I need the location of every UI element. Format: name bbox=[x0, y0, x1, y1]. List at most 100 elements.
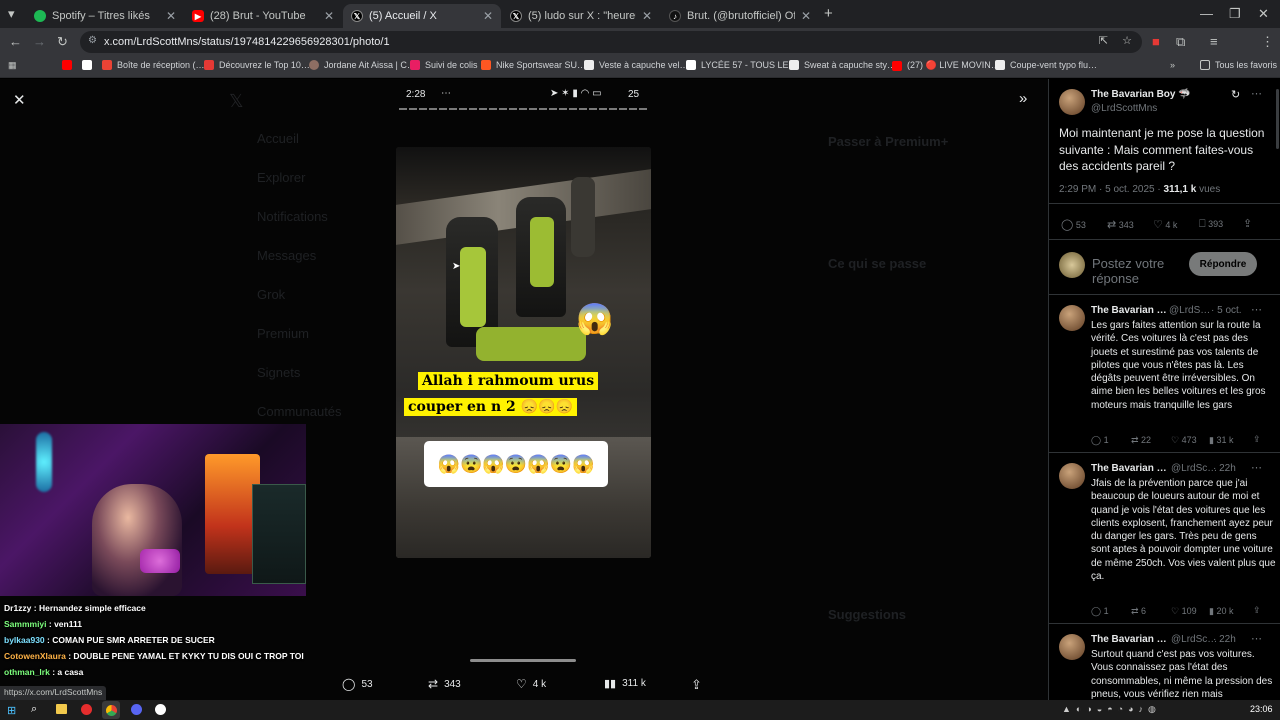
new-tab-icon[interactable]: + bbox=[824, 5, 833, 22]
close-tab-icon[interactable]: ✕ bbox=[642, 9, 652, 23]
chrome-menu-icon[interactable]: ⋮ bbox=[1261, 34, 1274, 50]
author-avatar[interactable] bbox=[1059, 89, 1085, 115]
tab-spotify[interactable]: Spotify – Titres likés ✕ bbox=[26, 4, 184, 28]
reply-avatar[interactable] bbox=[1059, 463, 1085, 489]
bookmark-lycee[interactable]: LYCÉE 57 - TOUS LE… bbox=[686, 60, 798, 70]
share-icon[interactable]: ⇪ bbox=[1243, 217, 1252, 230]
bookmark-youtube[interactable] bbox=[62, 60, 77, 70]
bookmark-coupe-vent[interactable]: Coupe-vent typo flu… bbox=[995, 60, 1097, 70]
close-viewer-icon[interactable]: ✕ bbox=[13, 91, 26, 109]
reply-replies[interactable]: ◯ 1 bbox=[1091, 435, 1109, 446]
tab-search-icon[interactable]: ▾ bbox=[8, 6, 15, 22]
minimize-icon[interactable]: — bbox=[1200, 6, 1213, 21]
discord-icon[interactable] bbox=[131, 704, 142, 715]
reply-handle[interactable]: @LrdSc… bbox=[1171, 463, 1217, 474]
restore-icon[interactable]: ❐ bbox=[1229, 6, 1241, 22]
reply-author-name[interactable]: The Bavarian … bbox=[1091, 463, 1167, 474]
bookmark-veste[interactable]: Veste à capuche vel… bbox=[584, 60, 689, 70]
reposts-stat[interactable]: ⇄ 343 bbox=[1107, 218, 1134, 231]
forward-icon[interactable]: → bbox=[33, 34, 46, 49]
reply-submit-button[interactable]: Répondre bbox=[1189, 252, 1257, 276]
repost-button[interactable]: ⇄ 343 bbox=[428, 677, 461, 691]
tab-x-ludo[interactable]: 𝕏 (5) ludo sur X : "heureusement… ✕ bbox=[502, 4, 660, 28]
replies-stat[interactable]: ◯ 53 bbox=[1061, 218, 1086, 231]
install-app-icon[interactable]: ⇱ bbox=[1099, 34, 1108, 47]
reload-icon[interactable]: ↻ bbox=[57, 34, 68, 50]
bookmark-sweat[interactable]: Sweat à capuche sty… bbox=[789, 60, 896, 70]
bookmark-live[interactable]: (27) 🔴 LIVE MOVIN… bbox=[892, 60, 1000, 71]
bookmark-colis[interactable]: Suivi de colis bbox=[410, 60, 478, 70]
like-button[interactable]: ♡ 4 k bbox=[516, 677, 546, 691]
repost-icon: ⇄ bbox=[428, 677, 439, 691]
scrollbar-thumb[interactable] bbox=[1276, 89, 1279, 149]
reply-likes[interactable]: ♡ 109 bbox=[1171, 606, 1197, 617]
close-tab-icon[interactable]: ✕ bbox=[801, 9, 811, 23]
bookmark-star-icon[interactable]: ☆ bbox=[1122, 34, 1132, 47]
site-info-icon[interactable]: ⚙ bbox=[88, 35, 97, 46]
suggestions-title: Suggestions bbox=[828, 607, 907, 622]
reply-reposts[interactable]: ⇄ 6 bbox=[1131, 606, 1146, 617]
views-button[interactable]: ▮▮ 311 k bbox=[604, 677, 646, 690]
page-icon bbox=[584, 60, 594, 70]
more-options-icon[interactable]: ⋯ bbox=[1251, 461, 1262, 474]
tab-tiktok-brut[interactable]: ♪ Brut. (@brutofficiel) Officiel | Ti… ✕ bbox=[661, 4, 819, 28]
tab-x-home[interactable]: 𝕏 (5) Accueil / X ✕ bbox=[343, 4, 501, 28]
share-icon[interactable]: ⇪ bbox=[691, 677, 702, 693]
caption-line-2: couper en n 2 😞😞😞 bbox=[404, 398, 577, 416]
reply-avatar[interactable] bbox=[1059, 305, 1085, 331]
search-icon[interactable]: ⌕ bbox=[31, 703, 37, 716]
reply-reposts[interactable]: ⇄ 22 bbox=[1131, 435, 1151, 446]
reply-likes[interactable]: ♡ 473 bbox=[1171, 435, 1197, 446]
bookmark-inbox[interactable]: Boîte de réception (… bbox=[102, 60, 205, 70]
reply-views[interactable]: ▮ 31 k bbox=[1209, 435, 1233, 446]
bookmark-blank[interactable] bbox=[82, 60, 97, 70]
bookmark-top10[interactable]: Découvrez le Top 10… bbox=[204, 60, 310, 70]
collapse-panel-icon[interactable]: » bbox=[1019, 90, 1027, 107]
tab-youtube[interactable]: ▶ (28) Brut - YouTube ✕ bbox=[184, 4, 342, 28]
reply-handle[interactable]: @LrdSc… bbox=[1171, 634, 1217, 645]
more-options-icon[interactable]: ⋯ bbox=[1251, 303, 1262, 316]
extensions-puzzle-icon[interactable]: ⧉ bbox=[1176, 34, 1185, 50]
windows-start-icon[interactable]: ⊞ bbox=[7, 704, 16, 717]
reply-replies[interactable]: ◯ 1 bbox=[1091, 606, 1109, 617]
more-bookmarks-icon[interactable]: » bbox=[1170, 60, 1175, 70]
address-bar[interactable]: ⚙ x.com/LrdScottMns/status/1974814229656… bbox=[80, 31, 1142, 53]
video-frame[interactable]: 😱 Allah i rahmoum urus couper en n 2 😞😞😞… bbox=[396, 147, 651, 558]
bookmark-jordane[interactable]: Jordane Ait Aissa | C… bbox=[309, 60, 416, 70]
reply-avatar[interactable] bbox=[1059, 634, 1085, 660]
close-window-icon[interactable]: ✕ bbox=[1258, 6, 1269, 22]
system-tray-icons[interactable]: ▲◐◑◒◓◔◕♪◍ bbox=[1062, 704, 1161, 715]
reply-handle[interactable]: @LrdS… bbox=[1169, 305, 1210, 316]
reply-input[interactable]: Postez votre réponse bbox=[1092, 256, 1184, 286]
reply-text: Les gars faites attention sur la route l… bbox=[1091, 320, 1266, 411]
bookmark-nike[interactable]: Nike Sportswear SU… bbox=[481, 60, 586, 70]
seat-cushion bbox=[476, 327, 586, 361]
apps-grid-icon[interactable]: ▦ bbox=[8, 60, 17, 71]
reply-author-name[interactable]: The Bavarian … bbox=[1091, 634, 1167, 645]
all-bookmarks-folder[interactable]: Tous les favoris bbox=[1200, 60, 1277, 70]
media-scrub-bar[interactable] bbox=[470, 659, 576, 662]
reply-time: · 22h bbox=[1213, 634, 1236, 645]
close-tab-icon[interactable]: ✕ bbox=[166, 9, 176, 23]
author-handle[interactable]: @LrdScottMns bbox=[1091, 103, 1157, 114]
share-icon[interactable]: ⇪ bbox=[1253, 605, 1261, 616]
reply-button[interactable]: ◯ 53 bbox=[342, 677, 373, 691]
more-options-icon[interactable]: ⋯ bbox=[1251, 87, 1262, 100]
file-explorer-icon[interactable] bbox=[56, 704, 67, 714]
opera-icon[interactable] bbox=[81, 704, 92, 715]
close-tab-icon[interactable]: ✕ bbox=[324, 9, 334, 23]
likes-stat[interactable]: ♡ 4 k bbox=[1153, 218, 1177, 231]
divider bbox=[1049, 623, 1280, 624]
reply-views[interactable]: ▮ 20 k bbox=[1209, 606, 1233, 617]
more-options-icon[interactable]: ⋯ bbox=[1251, 632, 1262, 645]
back-icon[interactable]: ← bbox=[9, 34, 22, 49]
bookmarks-stat[interactable]: ⎕ 393 bbox=[1199, 218, 1223, 231]
grok-icon[interactable]: ↻ bbox=[1231, 88, 1240, 101]
extension-icon[interactable]: ■ bbox=[1152, 34, 1160, 49]
media-control-icon[interactable]: ≡ bbox=[1210, 34, 1218, 49]
share-icon[interactable]: ⇪ bbox=[1253, 434, 1261, 445]
obs-icon[interactable] bbox=[155, 704, 166, 715]
reply-author-name[interactable]: The Bavarian … bbox=[1091, 305, 1167, 316]
close-tab-icon[interactable]: ✕ bbox=[483, 9, 493, 23]
author-name[interactable]: The Bavarian Boy 🦈 bbox=[1091, 89, 1191, 100]
